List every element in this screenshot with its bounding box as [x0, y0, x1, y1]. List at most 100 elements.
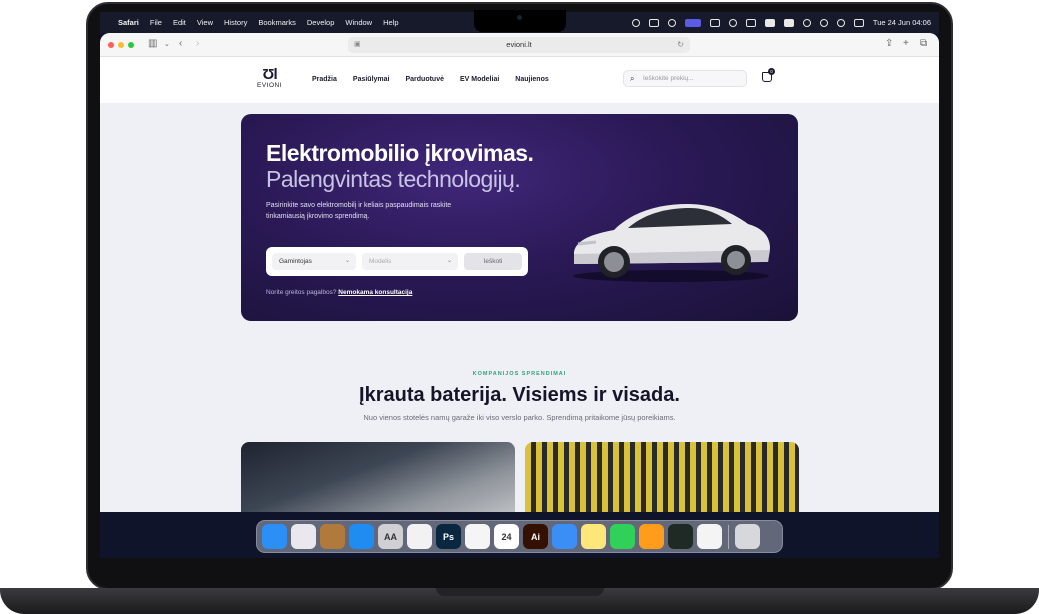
sidebar-icon[interactable]: ▥	[148, 38, 157, 49]
menu-file[interactable]: File	[150, 18, 162, 27]
status-area: Tue 24 Jun 04:06	[631, 18, 931, 27]
battery-icon[interactable]	[764, 18, 775, 27]
clock[interactable]: Tue 24 Jun 04:06	[873, 18, 931, 27]
reminders-icon[interactable]	[465, 524, 490, 549]
chrome-icon[interactable]	[697, 524, 722, 549]
model-select-label: Modelis	[369, 258, 392, 265]
photos-icon[interactable]	[407, 524, 432, 549]
play-status-icon[interactable]	[728, 18, 737, 27]
pages-icon[interactable]	[639, 524, 664, 549]
user-icon[interactable]	[802, 18, 811, 27]
menu-window[interactable]: Window	[345, 18, 372, 27]
spotlight-search-icon[interactable]	[836, 18, 845, 27]
camera-notch	[474, 10, 566, 32]
reload-icon[interactable]: ↻	[677, 37, 684, 53]
help-line: Norite greitos pagalbos? Nemokama konsul…	[266, 289, 412, 296]
vehicle-search-form: Gamintojas ⌄ Modelis ⌄ Ieškoti	[266, 247, 528, 276]
gauge-status-icon[interactable]	[667, 18, 676, 27]
keyboard-input-icon[interactable]	[783, 18, 794, 27]
menu-develop[interactable]: Develop	[307, 18, 335, 27]
manufacturer-select[interactable]: Gamintojas ⌄	[272, 253, 356, 270]
car-image	[573, 204, 770, 282]
menu-bookmarks[interactable]: Bookmarks	[258, 18, 296, 27]
dock-separator	[728, 524, 729, 549]
browser-toolbar: ▥ ⌄ ‹ › ▣ evioni.lt ↻ ⇪ + ⧉	[100, 33, 939, 57]
new-tab-icon[interactable]: +	[903, 38, 909, 49]
wifi-icon[interactable]	[819, 18, 828, 27]
whatsapp-icon[interactable]	[610, 524, 635, 549]
section-subtitle: Nuo vienos stotelės namų garaže iki viso…	[363, 413, 676, 422]
solution-card-home[interactable]	[241, 442, 515, 512]
site-logo[interactable]: Ʊl EVIONI	[257, 66, 283, 89]
section-kicker: KOMPANIJOS SPRENDIMAI	[472, 371, 567, 377]
chevron-down-icon: ⌄	[446, 258, 452, 264]
font-book-icon[interactable]: AA	[378, 524, 403, 549]
search-placeholder: Ieškokite prekių...	[643, 75, 694, 82]
gear-status-icon[interactable]	[631, 18, 640, 27]
window-controls	[108, 42, 134, 48]
main-nav: Pradžia Pasiūlymai Parduotuvė EV Modelia…	[312, 76, 549, 83]
nav-item-home[interactable]: Pradžia	[312, 76, 337, 83]
page-content: Elektromobilio įkrovimas. Palengvintas t…	[100, 103, 939, 512]
hero-banner: Elektromobilio įkrovimas. Palengvintas t…	[241, 114, 798, 321]
camera-icon	[517, 15, 522, 20]
nav-item-offers[interactable]: Pasiūlymai	[353, 76, 390, 83]
menu-app-name[interactable]: Safari	[118, 18, 139, 27]
chevron-down-icon: ⌄	[344, 258, 350, 264]
address-bar[interactable]: ▣ evioni.lt ↻	[348, 37, 690, 53]
zoom-window-icon[interactable]	[128, 42, 134, 48]
hero-title: Elektromobilio įkrovimas.	[266, 140, 534, 166]
launchpad-icon[interactable]	[291, 524, 316, 549]
safari-window: ▥ ⌄ ‹ › ▣ evioni.lt ↻ ⇪ + ⧉ Ʊl EVIONI Pr…	[100, 33, 939, 512]
dock: AA Ps 24 Ai	[256, 520, 783, 553]
solution-card-business[interactable]	[525, 442, 799, 512]
free-consultation-link[interactable]: Nemokama konsultacija	[338, 289, 412, 296]
screen-mirroring-icon[interactable]	[684, 18, 701, 27]
photoshop-icon[interactable]: Ps	[436, 524, 461, 549]
hero-subtitle: Palengvintas technologijų.	[266, 166, 521, 192]
section-title: Įkrauta baterija. Visiems ir visada.	[359, 384, 680, 406]
search-icon: ⌕	[630, 74, 635, 83]
audio-icon[interactable]	[745, 18, 756, 27]
nav-item-ev-models[interactable]: EV Modeliai	[460, 76, 499, 83]
site-header: Ʊl EVIONI Pradžia Pasiūlymai Parduotuvė …	[100, 57, 939, 103]
menu-history[interactable]: History	[224, 18, 247, 27]
manufacturer-select-label: Gamintojas	[279, 258, 312, 265]
url-text: evioni.lt	[506, 40, 532, 49]
menu-help[interactable]: Help	[383, 18, 398, 27]
chevron-down-icon[interactable]: ⌄	[164, 40, 170, 48]
illustrator-icon[interactable]: Ai	[523, 524, 548, 549]
guitar-icon[interactable]	[320, 524, 345, 549]
menu-edit[interactable]: Edit	[173, 18, 186, 27]
forward-icon[interactable]: ›	[196, 38, 199, 49]
finder-icon[interactable]	[262, 524, 287, 549]
trash-icon[interactable]	[735, 524, 760, 549]
laptop-base-notch	[436, 588, 604, 596]
cloud-status-icon[interactable]	[648, 18, 659, 27]
share-icon[interactable]: ⇪	[885, 38, 893, 49]
safari-icon[interactable]	[349, 524, 374, 549]
calendar-icon[interactable]: 24	[494, 524, 519, 549]
help-text: Norite greitos pagalbos?	[266, 289, 337, 296]
control-center-icon[interactable]	[853, 18, 864, 27]
back-icon[interactable]: ‹	[179, 38, 182, 49]
activity-monitor-icon[interactable]	[668, 524, 693, 549]
nav-item-news[interactable]: Naujienos	[515, 76, 548, 83]
tab-overview-icon[interactable]: ⧉	[920, 38, 927, 49]
model-select[interactable]: Modelis ⌄	[362, 253, 458, 270]
logo-text: EVIONI	[257, 82, 283, 89]
product-search-input[interactable]: ⌕ Ieškokite prekių...	[623, 70, 747, 87]
screen: Safari File Edit View History Bookmarks …	[100, 12, 939, 558]
minimize-window-icon[interactable]	[118, 42, 124, 48]
notes-icon[interactable]	[581, 524, 606, 549]
page-settings-icon[interactable]: ▣	[354, 37, 361, 53]
hero-description: Pasirinkite savo elektromobilį ir keliai…	[266, 202, 452, 220]
close-window-icon[interactable]	[108, 42, 114, 48]
menu-view[interactable]: View	[197, 18, 213, 27]
mail-icon[interactable]	[552, 524, 577, 549]
display-icon[interactable]	[709, 18, 720, 27]
search-button[interactable]: Ieškoti	[464, 253, 522, 270]
logo-mark: Ʊl	[262, 66, 277, 83]
nav-item-shop[interactable]: Parduotuvė	[405, 76, 444, 83]
cart-count-badge: 0	[768, 68, 775, 75]
